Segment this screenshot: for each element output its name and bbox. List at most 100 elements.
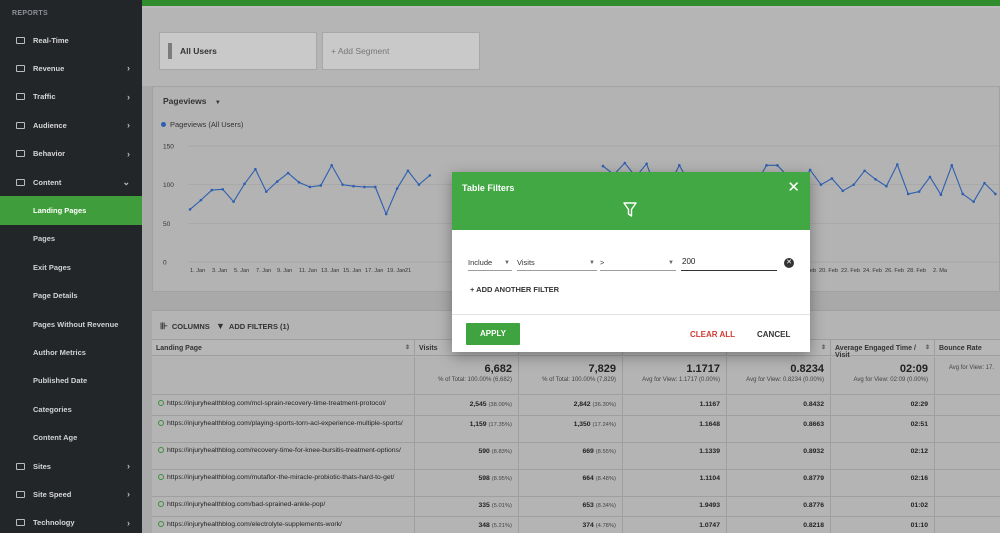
header-avg-engaged-time[interactable]: Average Engaged Time / Visit ⇕: [831, 339, 935, 359]
external-link-icon[interactable]: [158, 501, 164, 507]
cell-percent: (36.30%): [592, 402, 616, 408]
landing-page-url[interactable]: https://injuryhealthblog.com/electrolyte…: [167, 521, 342, 528]
table-row[interactable]: https://injuryhealthblog.com/recovery-ti…: [152, 443, 1000, 470]
sidebar-item-traffic[interactable]: Traffic ›: [0, 83, 142, 111]
sidebar-item-label: Technology: [33, 518, 75, 528]
landing-page-url[interactable]: https://injuryhealthblog.com/bad-spraine…: [167, 501, 325, 508]
metric-select[interactable]: Visits ▼: [517, 257, 597, 271]
cell-percent: (4.78%): [595, 523, 616, 529]
total-caption: Avg for View: 02:09 (0.00%): [853, 377, 929, 383]
data-point: [232, 200, 235, 203]
table-row[interactable]: https://injuryhealthblog.com/electrolyte…: [152, 517, 1000, 533]
metric-cell: 1.1648: [623, 416, 727, 442]
total-value: 6,682: [484, 363, 512, 375]
apply-button[interactable]: APPLY: [466, 323, 520, 345]
filter-value-input[interactable]: 200: [681, 257, 777, 271]
sidebar-item-content-age[interactable]: Content Age: [0, 423, 142, 451]
columns-button[interactable]: ⊪ COLUMNS: [160, 321, 210, 332]
chevron-right-icon: ›: [127, 63, 130, 74]
sidebar-item-audience[interactable]: Audience ›: [0, 111, 142, 139]
data-point: [852, 183, 855, 186]
landing-page-cell[interactable]: https://injuryhealthblog.com/mutaflor-th…: [152, 470, 415, 496]
sidebar: REPORTS Real-Time Revenue › Traffic › Audi…: [0, 0, 142, 533]
landing-page-url[interactable]: https://injuryhealthblog.com/mutaflor-th…: [167, 474, 394, 481]
remove-filter-icon[interactable]: ✕: [784, 258, 794, 268]
columns-label: COLUMNS: [171, 322, 210, 331]
money-icon: [16, 65, 25, 73]
include-value: Include: [468, 258, 493, 267]
landing-page-cell[interactable]: https://injuryhealthblog.com/electrolyte…: [152, 517, 415, 533]
cell-value: 01:10: [910, 522, 928, 529]
cell-percent: (8.48%): [595, 476, 616, 482]
y-tick-label: 50: [163, 221, 171, 228]
metric-cell: 01:02: [831, 497, 935, 516]
operator-select[interactable]: > ▼: [600, 257, 676, 271]
header-bounce-rate[interactable]: Bounce Rate: [935, 339, 1000, 356]
landing-page-cell[interactable]: https://injuryhealthblog.com/bad-spraine…: [152, 497, 415, 516]
landing-page-url[interactable]: https://injuryhealthblog.com/mcl-sprain-…: [167, 400, 386, 407]
add-filters-button[interactable]: ▼ ADD FILTERS (1): [216, 321, 289, 331]
segment-label: All Users: [180, 46, 217, 56]
sidebar-item-exit-pages[interactable]: Exit Pages: [0, 253, 142, 281]
sidebar-item-pages-without-revenue[interactable]: Pages Without Revenue: [0, 310, 142, 338]
external-link-icon[interactable]: [158, 474, 164, 480]
x-tick-label: 7. Jan: [256, 268, 271, 274]
data-point: [808, 168, 812, 172]
landing-page-url[interactable]: https://injuryhealthblog.com/playing-spo…: [167, 420, 403, 427]
sidebar-item-technology[interactable]: Technology ›: [0, 509, 142, 533]
external-link-icon[interactable]: [158, 400, 164, 406]
data-point: [210, 188, 214, 192]
cell-value: 1.1104: [699, 475, 720, 482]
sidebar-item-page-details[interactable]: Page Details: [0, 282, 142, 310]
sidebar-item-landing-pages[interactable]: Landing Pages: [0, 196, 142, 225]
sidebar-item-revenue[interactable]: Revenue ›: [0, 54, 142, 82]
cell-value: 02:51: [910, 421, 928, 428]
landing-page-cell[interactable]: https://injuryhealthblog.com/playing-spo…: [152, 416, 415, 442]
table-row[interactable]: https://injuryhealthblog.com/mcl-sprain-…: [152, 396, 1000, 416]
metric-cell: 0.8663: [727, 416, 831, 442]
landing-page-cell[interactable]: https://injuryhealthblog.com/mcl-sprain-…: [152, 396, 415, 415]
table-row[interactable]: https://injuryhealthblog.com/mutaflor-th…: [152, 470, 1000, 497]
x-tick-label: 21: [405, 268, 411, 274]
operator-value: >: [600, 258, 605, 267]
sidebar-item-real-time[interactable]: Real-Time: [0, 26, 142, 54]
data-point: [601, 164, 605, 168]
cell-value: 2,545: [469, 401, 487, 408]
data-point: [352, 184, 355, 188]
sidebar-item-sites[interactable]: Sites ›: [0, 452, 142, 480]
add-another-filter-button[interactable]: + ADD ANOTHER FILTER: [470, 285, 559, 294]
table-row[interactable]: https://injuryhealthblog.com/playing-spo…: [152, 416, 1000, 443]
table-filters-dialog: Table Filters ✕ Include ▼ Visits ▼ > ▼ 200 …: [452, 172, 810, 352]
total-caption: Avg for View: 1.1717 (0.00%): [642, 377, 720, 383]
sidebar-item-content[interactable]: Content ⌄: [0, 168, 142, 196]
sidebar-item-categories[interactable]: Categories: [0, 395, 142, 423]
cancel-button[interactable]: CANCEL: [757, 330, 790, 339]
external-link-icon[interactable]: [158, 420, 164, 426]
header-landing-page[interactable]: Landing Page ⇕: [152, 339, 415, 356]
landing-page-url[interactable]: https://injuryhealthblog.com/recovery-ti…: [167, 447, 401, 454]
add-filters-label: ADD FILTERS (1): [228, 321, 290, 331]
external-link-icon[interactable]: [158, 447, 164, 453]
sidebar-item-author-metrics[interactable]: Author Metrics: [0, 338, 142, 366]
cell-percent: (17.24%): [592, 422, 616, 428]
x-tick-label: 15. Jan: [343, 268, 361, 274]
table-row[interactable]: https://injuryhealthblog.com/bad-spraine…: [152, 497, 1000, 517]
segment-all-users[interactable]: All Users: [159, 32, 317, 70]
dialog-footer: APPLY CLEAR ALL CANCEL: [452, 314, 810, 352]
include-select[interactable]: Include ▼: [468, 257, 512, 271]
add-segment-button[interactable]: + Add Segment: [322, 32, 480, 70]
landing-page-cell[interactable]: https://injuryhealthblog.com/recovery-ti…: [152, 443, 415, 469]
sidebar-item-site-speed[interactable]: Site Speed ›: [0, 480, 142, 508]
sidebar-item-pages[interactable]: Pages: [0, 225, 142, 253]
bounce-rate-cell: [935, 396, 1000, 415]
clear-all-button[interactable]: CLEAR ALL: [690, 330, 735, 339]
data-point: [254, 167, 257, 171]
metric-cell: 02:29: [831, 396, 935, 415]
close-icon[interactable]: ✕: [787, 178, 800, 196]
sidebar-item-published-date[interactable]: Published Date: [0, 367, 142, 395]
external-link-icon[interactable]: [158, 521, 164, 527]
metric-cell: 02:16: [831, 470, 935, 496]
caret-down-icon: ▼: [589, 260, 595, 266]
data-point: [830, 177, 834, 180]
sidebar-item-behavior[interactable]: Behavior ›: [0, 140, 142, 168]
